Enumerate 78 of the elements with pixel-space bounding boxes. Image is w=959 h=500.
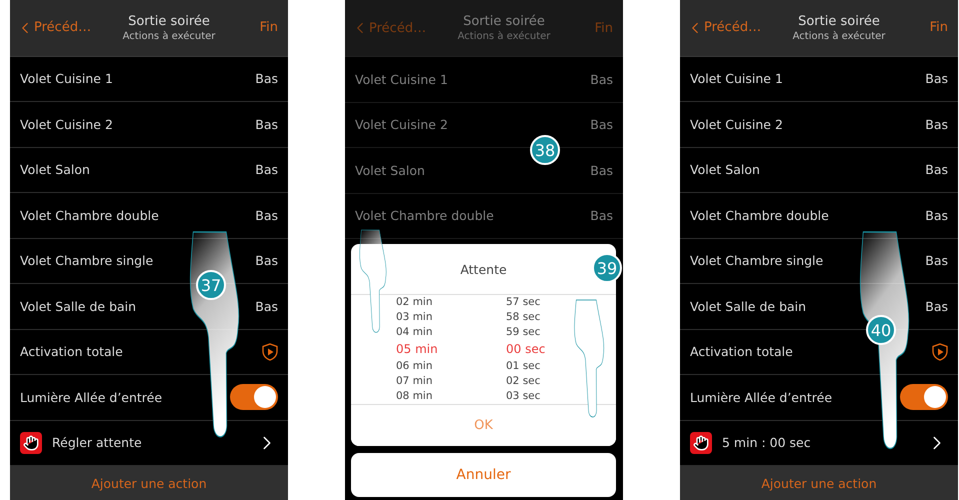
action-row[interactable]: Volet Cuisine 1 Bas [345, 57, 623, 102]
picker-option[interactable]: 59 sec [506, 325, 616, 340]
add-action-button[interactable]: Ajouter une action [10, 466, 288, 500]
picker-option[interactable]: 08 min [396, 389, 506, 404]
action-label: Volet Cuisine 2 [20, 116, 114, 132]
action-label: Volet Chambre double [690, 208, 830, 223]
picker-option[interactable]: 57 sec [506, 295, 616, 310]
action-label: Volet Cuisine 1 [355, 72, 449, 87]
action-label: 5 min : 00 sec [722, 435, 812, 450]
screen-subtitle: Actions à exécuter [458, 31, 550, 42]
step-number: 38 [530, 135, 560, 165]
action-value: Bas [925, 253, 948, 268]
hand-icon [690, 432, 712, 454]
shield-play-icon [932, 342, 948, 361]
action-row[interactable]: Volet Cuisine 1 Bas [10, 56, 288, 102]
action-value: Bas [255, 116, 278, 132]
finish-link[interactable]: Fin [260, 20, 288, 36]
picker-option[interactable]: 07 min [396, 374, 506, 389]
screen-title: Sortie soirée [798, 14, 880, 29]
back-link[interactable]: Précéd… [680, 18, 770, 37]
finish-link[interactable]: Fin [930, 20, 958, 36]
shield-play-icon [262, 342, 278, 361]
action-value: Bas [255, 253, 278, 268]
screen-subtitle: Actions à exécuter [122, 30, 216, 42]
action-label: Volet Chambre double [355, 208, 495, 224]
action-label: Activation totale [20, 344, 124, 360]
action-label: Volet Salon [690, 162, 761, 178]
action-label: Volet Chambre single [690, 253, 824, 268]
action-label: Activation totale [690, 344, 794, 360]
toggle-switch[interactable] [230, 384, 278, 410]
action-label: Volet Salon [20, 162, 91, 178]
action-label: Volet Cuisine 2 [355, 117, 449, 132]
action-row[interactable]: Volet Salon Bas [680, 148, 958, 194]
action-label: Volet Chambre double [20, 208, 160, 223]
action-value: Bas [925, 208, 948, 223]
action-row[interactable]: Volet Cuisine 1 Bas [680, 56, 958, 102]
picker-option[interactable]: 00 sec [506, 340, 616, 359]
picker-option[interactable]: 04 min [396, 325, 506, 340]
add-action-button[interactable]: Ajouter une action [680, 466, 958, 500]
action-value: Bas [255, 208, 278, 223]
action-row[interactable]: Volet Cuisine 2 Bas [680, 102, 958, 148]
action-label: Volet Cuisine 1 [690, 71, 784, 86]
action-value: Bas [925, 162, 948, 178]
picker-option[interactable]: 01 sec [506, 359, 616, 374]
action-value: Bas [255, 71, 278, 86]
action-value: Bas [255, 162, 278, 178]
action-value: Bas [925, 116, 948, 132]
picker-option[interactable]: 03 sec [506, 389, 616, 404]
action-value: Bas [590, 208, 613, 224]
toggle-switch[interactable] [900, 384, 948, 410]
action-label: Lumière Allée d’entrée [20, 390, 164, 405]
picker-option[interactable]: 06 min [396, 359, 506, 374]
picker-option[interactable]: 58 sec [506, 310, 616, 325]
action-value: Bas [590, 72, 613, 87]
picker-option[interactable]: 02 sec [506, 374, 616, 389]
action-value: Bas [255, 298, 278, 314]
action-label: Lumière Allée d’entrée [690, 390, 834, 405]
screen-title: Sortie soirée [128, 14, 210, 29]
picker-option[interactable]: 03 min [396, 310, 506, 325]
action-label: Volet Cuisine 2 [690, 116, 784, 132]
action-row[interactable]: Volet Salon Bas [10, 148, 288, 194]
action-value: Bas [925, 298, 948, 314]
screen-title: Sortie soirée [463, 14, 545, 29]
action-value: Bas [590, 117, 613, 132]
back-link[interactable]: Précéd… [10, 18, 100, 37]
action-value: Bas [925, 71, 948, 86]
action-label: Volet Cuisine 1 [20, 71, 114, 86]
action-value: Bas [590, 162, 613, 178]
action-label: Volet Salon [355, 162, 426, 178]
action-label: Régler attente [52, 435, 143, 450]
action-row[interactable]: Volet Cuisine 2 Bas [10, 102, 288, 148]
picker-option[interactable]: 02 min [396, 295, 506, 310]
action-label: Volet Salle de bain [690, 298, 808, 314]
hand-icon [20, 432, 42, 454]
picker-option[interactable]: 05 min [396, 340, 506, 359]
action-label: Volet Salle de bain [20, 298, 138, 314]
screen-subtitle: Actions à exécuter [792, 30, 886, 42]
action-label: Volet Chambre single [20, 253, 154, 268]
